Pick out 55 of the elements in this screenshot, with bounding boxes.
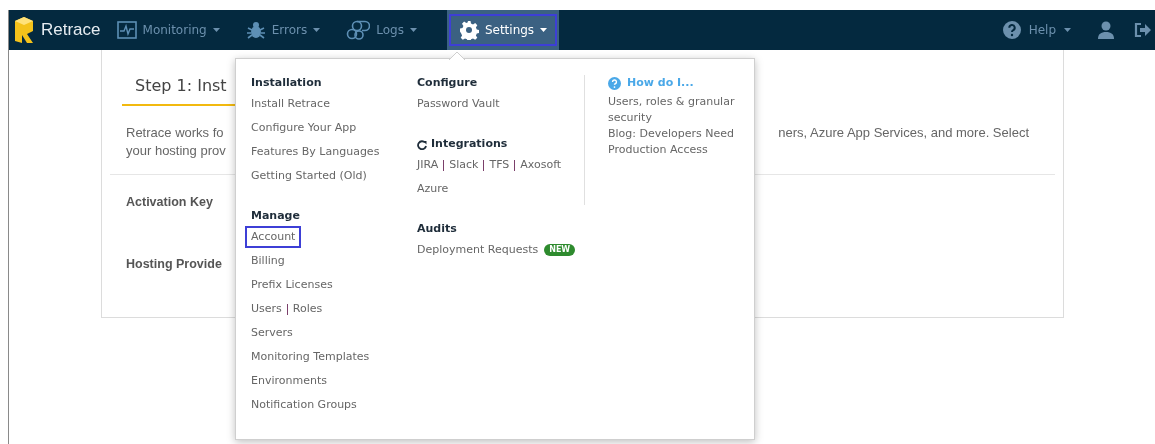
brand-name[interactable]: Retrace <box>41 17 101 43</box>
menu-link[interactable]: Configure Your App <box>251 119 357 137</box>
menu-link[interactable]: Azure <box>417 180 449 198</box>
section-heading: Activation Key <box>126 195 213 209</box>
nav-menu-item[interactable]: Errors <box>241 10 325 50</box>
menu-link[interactable]: Features By Languages <box>251 143 380 161</box>
nav-menu-item[interactable]: Monitoring <box>112 10 224 50</box>
help-icon <box>1002 21 1021 39</box>
help-icon <box>608 76 621 90</box>
how-do-i-title: How do I... <box>627 75 694 91</box>
logout-icon[interactable] <box>1133 22 1151 38</box>
caret-icon <box>212 28 220 32</box>
menu-link[interactable]: Install Retrace <box>251 95 330 113</box>
menu-group-title: Manage <box>251 208 300 225</box>
gear-icon <box>458 20 479 40</box>
menu-link[interactable]: Slack <box>449 156 479 174</box>
description-text: your hosting prov <box>126 142 226 160</box>
menu-group-title: Audits <box>417 221 457 238</box>
menu-link[interactable]: Prefix Licenses <box>251 276 333 294</box>
menu-link[interactable]: Users <box>251 300 282 318</box>
description-text: ners, Azure App Services, and more. Select <box>778 124 1029 142</box>
nav-menu-item[interactable]: Settings <box>446 10 560 50</box>
caret-icon <box>409 28 417 32</box>
menu-group-title: Integrations <box>431 136 508 153</box>
menu-link[interactable]: Deployment Requests <box>417 241 539 259</box>
help-menu[interactable]: Help <box>1002 21 1071 39</box>
menu-link[interactable]: Password Vault <box>417 95 500 113</box>
menu-link[interactable]: Servers <box>251 324 293 342</box>
menu-link[interactable]: Notification Groups <box>251 396 357 414</box>
menu-link[interactable]: JIRA <box>417 156 439 174</box>
menu-group-title: Installation <box>251 75 322 92</box>
caret-icon <box>313 28 321 32</box>
description-text: Retrace works fo <box>126 124 225 142</box>
menu-link[interactable]: Getting Started (Old) <box>251 167 367 185</box>
menu-link[interactable]: Roles <box>292 300 323 318</box>
nav-menu-item[interactable]: Logs <box>342 10 421 50</box>
user-icon[interactable] <box>1097 21 1115 39</box>
logs-icon <box>346 20 371 40</box>
menu-link[interactable]: Monitoring Templates <box>251 348 370 366</box>
bug-icon <box>245 20 266 40</box>
menu-link[interactable]: TFS <box>489 156 510 174</box>
menu-link[interactable]: Billing <box>251 252 285 270</box>
menu-group-title: Configure <box>417 75 478 92</box>
caret-icon <box>1064 28 1071 32</box>
logo-icon <box>13 16 35 44</box>
step-title: Step 1: Inst <box>135 76 227 95</box>
menu-link[interactable]: Environments <box>251 372 327 390</box>
help-link[interactable]: Users, roles & granular security <box>608 93 748 126</box>
help-link[interactable]: Blog: Developers Need Production Access <box>608 125 748 158</box>
caret-icon <box>540 28 548 32</box>
menu-link[interactable]: Axosoft <box>520 156 562 174</box>
section-heading: Hosting Provide <box>126 257 222 271</box>
new-badge: NEW <box>544 244 576 256</box>
refresh-icon <box>417 139 427 150</box>
pulse-icon <box>116 21 137 39</box>
